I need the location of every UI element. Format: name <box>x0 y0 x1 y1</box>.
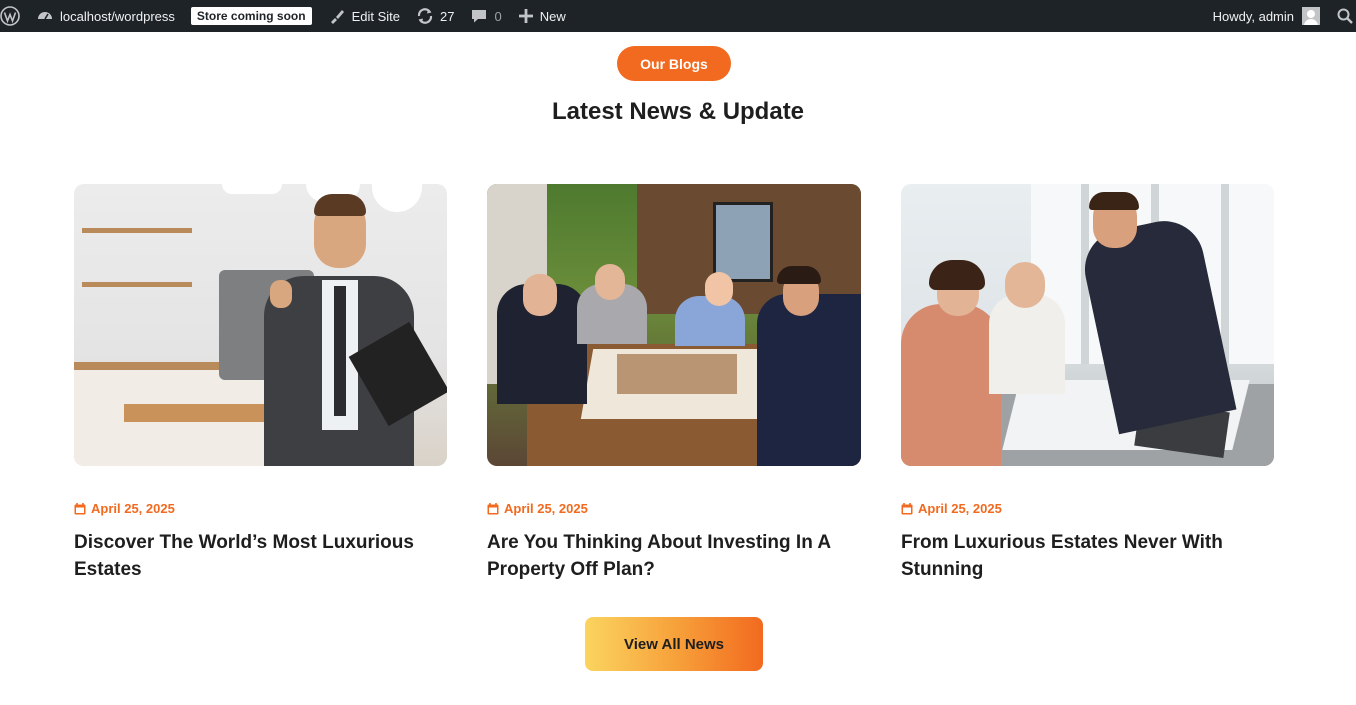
comments-count: 0 <box>494 8 502 24</box>
post-date: April 25, 2025 <box>74 501 175 516</box>
blog-card: April 25, 2025 From Luxurious Estates Ne… <box>901 184 1274 580</box>
edit-site-label: Edit Site <box>351 8 400 24</box>
plus-icon <box>518 9 533 23</box>
comment-bubble-icon <box>472 10 487 23</box>
store-coming-soon-badge: Store coming soon <box>190 7 312 25</box>
new-label: New <box>539 8 566 24</box>
post-date-text: April 25, 2025 <box>918 501 1002 516</box>
howdy-label: Howdy, admin <box>1212 8 1294 24</box>
blog-card-image[interactable] <box>487 184 861 466</box>
calendar-icon <box>74 502 86 514</box>
search-icon <box>1337 8 1353 24</box>
updates-count: 27 <box>440 8 455 24</box>
site-name-link[interactable]: localhost/wordpress <box>28 0 183 32</box>
admin-bar: localhost/wordpress Store coming soon Ed… <box>0 0 1356 32</box>
blog-card: April 25, 2025 Discover The World’s Most… <box>74 184 447 580</box>
brush-icon <box>330 10 344 24</box>
post-title[interactable]: From Luxurious Estates Never With Stunni… <box>901 529 1261 583</box>
site-url-label: localhost/wordpress <box>60 8 175 24</box>
wordpress-logo-icon[interactable] <box>0 0 28 32</box>
post-date-text: April 25, 2025 <box>91 501 175 516</box>
calendar-icon <box>901 502 913 514</box>
our-blogs-pill[interactable]: Our Blogs <box>617 46 731 81</box>
post-date-text: April 25, 2025 <box>504 501 588 516</box>
edit-site-link[interactable]: Edit Site <box>320 0 408 32</box>
dashboard-icon <box>38 12 52 20</box>
my-account-link[interactable]: Howdy, admin <box>1205 0 1328 32</box>
section-heading: Latest News & Update <box>551 98 805 125</box>
updates-icon <box>417 8 433 24</box>
admin-search-button[interactable] <box>1328 0 1356 32</box>
calendar-icon <box>487 502 499 514</box>
blog-card-image[interactable] <box>901 184 1274 466</box>
post-date: April 25, 2025 <box>487 501 588 516</box>
comments-link[interactable]: 0 <box>462 0 509 32</box>
avatar <box>1302 7 1320 25</box>
updates-link[interactable]: 27 <box>408 0 462 32</box>
post-title[interactable]: Are You Thinking About Investing In A Pr… <box>487 529 847 583</box>
new-content-link[interactable]: New <box>510 0 574 32</box>
store-status-link[interactable]: Store coming soon <box>183 0 320 32</box>
view-all-news-button[interactable]: View All News <box>585 617 763 671</box>
blog-card: April 25, 2025 Are You Thinking About In… <box>487 184 861 580</box>
post-date: April 25, 2025 <box>901 501 1002 516</box>
blog-card-image[interactable] <box>74 184 447 466</box>
post-title[interactable]: Discover The World’s Most Luxurious Esta… <box>74 529 434 583</box>
